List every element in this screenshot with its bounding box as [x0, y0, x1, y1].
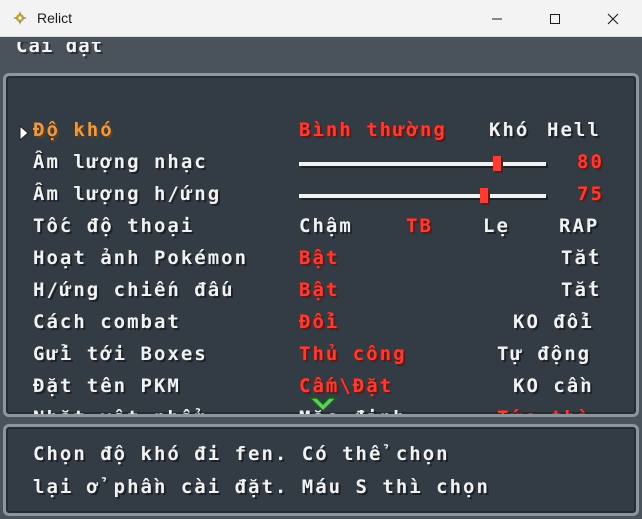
game-screen: Cài đặt Độ khó Bình thường Khó Hell Âm l…	[0, 37, 642, 519]
option-value-on[interactable]: Bật	[299, 247, 339, 269]
maximize-icon	[550, 13, 560, 24]
option-row-text-speed[interactable]: Tốc độ thoại Chậm TB Lẹ RAP	[6, 211, 636, 243]
option-row-se-volume[interactable]: Âm lượng h/ứng 75	[6, 179, 636, 211]
option-value-on[interactable]: Bật	[299, 279, 339, 301]
option-value-off[interactable]: Tắt	[561, 279, 601, 301]
option-label: Âm lượng h/ứng	[33, 183, 222, 205]
option-value-rap[interactable]: RAP	[559, 215, 599, 237]
option-label: H/ứng chiến đấu	[33, 279, 235, 301]
option-label: Cách combat	[33, 311, 181, 333]
option-label: Âm lượng nhạc	[33, 151, 208, 173]
option-value-hell[interactable]: Hell	[547, 119, 601, 141]
option-value-instant[interactable]: Tức thì	[497, 407, 591, 414]
option-label: Hoạt ảnh Pokémon	[33, 247, 249, 269]
option-value-no-switch[interactable]: KO đổi	[513, 311, 594, 333]
minimize-icon	[492, 18, 502, 19]
music-volume-slider[interactable]	[299, 162, 546, 166]
option-value-fast[interactable]: Lẹ	[483, 215, 510, 237]
maximize-button[interactable]	[526, 0, 584, 37]
se-volume-knob[interactable]	[480, 188, 488, 203]
se-volume-slider[interactable]	[299, 194, 546, 198]
option-value-switch[interactable]: Đổi	[299, 311, 339, 333]
relict-app-icon	[11, 9, 29, 27]
message-box: Chọn độ khó đi fen. Có thể chọn lại ở ph…	[3, 424, 639, 516]
option-row-send-to-boxes[interactable]: Gửi tới Boxes Thủ công Tự động	[6, 339, 636, 371]
scroll-down-arrow-icon[interactable]	[308, 394, 338, 412]
option-value-mid[interactable]: TB	[406, 215, 433, 237]
minimize-button[interactable]	[468, 0, 526, 37]
option-value-manual[interactable]: Thủ công	[299, 343, 407, 365]
message-line-2: lại ở phần cài đặt. Máu S thì chọn	[33, 476, 490, 498]
window-titlebar: Relict	[0, 0, 642, 37]
option-row-difficulty[interactable]: Độ khó Bình thường Khó Hell	[6, 115, 636, 147]
option-label: Độ khó	[33, 119, 114, 141]
option-value-hard[interactable]: Khó	[489, 119, 529, 141]
option-row-pokemon-animation[interactable]: Hoạt ảnh Pokémon Bật Tắt	[6, 243, 636, 275]
option-label: Gửi tới Boxes	[33, 343, 208, 365]
message-line-1: Chọn độ khó đi fen. Có thể chọn	[33, 443, 450, 465]
music-volume-value: 80	[577, 151, 604, 173]
option-value-no-nickname[interactable]: KO cần	[513, 375, 594, 397]
option-value-normal[interactable]: Bình thường	[299, 119, 447, 141]
option-label: Nhặt vật phẩm	[33, 407, 208, 414]
option-value-slow[interactable]: Chậm	[299, 215, 353, 237]
options-panel: Độ khó Bình thường Khó Hell Âm lượng nhạ…	[3, 73, 639, 417]
close-button[interactable]	[584, 0, 642, 37]
option-row-music-volume[interactable]: Âm lượng nhạc 80	[6, 147, 636, 179]
option-value-off[interactable]: Tắt	[561, 247, 601, 269]
se-volume-value: 75	[577, 183, 604, 205]
music-volume-knob[interactable]	[493, 156, 501, 171]
option-row-battle-style[interactable]: Cách combat Đổi KO đổi	[6, 307, 636, 339]
option-label: Đặt tên PKM	[33, 375, 181, 397]
window-title: Relict	[37, 10, 73, 26]
selection-cursor-icon	[19, 125, 29, 141]
option-label: Tốc độ thoại	[33, 215, 195, 237]
screen-header: Cài đặt	[16, 37, 104, 57]
option-row-battle-effects[interactable]: H/ứng chiến đấu Bật Tắt	[6, 275, 636, 307]
option-value-auto[interactable]: Tự động	[497, 343, 591, 365]
close-icon	[607, 13, 619, 24]
